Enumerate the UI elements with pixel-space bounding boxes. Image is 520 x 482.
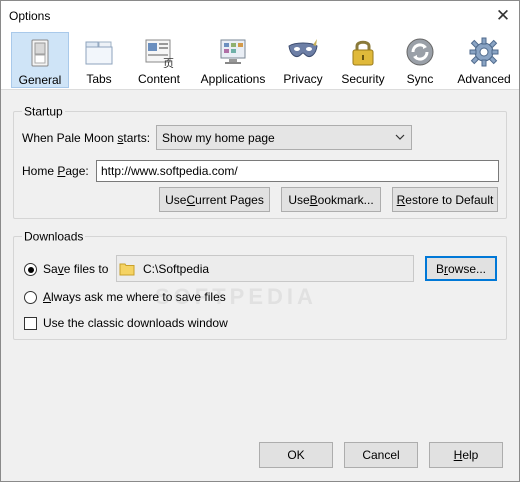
sync-icon — [406, 38, 434, 66]
save-files-to-label: Save files to — [43, 262, 109, 276]
download-folder-path: C:\Softpedia — [143, 261, 210, 276]
tab-general-label: General — [18, 73, 62, 87]
tab-privacy-label: Privacy — [283, 72, 323, 86]
advanced-gear-icon — [469, 37, 499, 67]
classic-downloads-label: Use the classic downloads window — [43, 316, 228, 330]
downloads-legend: Downloads — [22, 229, 86, 244]
privacy-mask-icon — [288, 39, 318, 57]
tab-advanced[interactable]: Advanced — [453, 32, 515, 88]
when-starts-label: When Pale Moon starts: — [22, 131, 151, 145]
startup-legend: Startup — [22, 104, 65, 119]
tab-advanced-label: Advanced — [457, 72, 511, 86]
home-page-input[interactable]: http://www.softpedia.com/ — [96, 160, 499, 182]
tab-sync[interactable]: Sync — [397, 32, 443, 88]
close-icon[interactable]: ✕ — [493, 6, 513, 26]
tab-applications[interactable]: Applications — [195, 32, 271, 88]
svg-text:页: 页 — [163, 57, 174, 68]
tab-sync-label: Sync — [406, 72, 434, 86]
tab-content-label: Content — [137, 72, 181, 86]
chevron-down-icon — [395, 134, 405, 140]
when-starts-select[interactable]: Show my home page — [156, 125, 412, 150]
cancel-button[interactable]: Cancel — [344, 442, 418, 468]
help-button[interactable]: Help — [429, 442, 503, 468]
save-files-to-radio[interactable] — [24, 263, 37, 276]
tab-security[interactable]: Security — [335, 32, 391, 88]
browse-button[interactable]: Br owse... — [425, 256, 497, 281]
when-starts-value: Show my home page — [162, 130, 275, 145]
options-toolbar: General Tabs 页 Content Applications Priv… — [1, 31, 519, 89]
tab-general[interactable]: General — [11, 32, 69, 88]
applications-icon — [220, 39, 246, 64]
use-current-pages-button[interactable]: Use Current Pages — [159, 187, 270, 212]
tab-applications-label: Applications — [200, 72, 266, 86]
security-lock-icon — [352, 40, 374, 66]
restore-to-default-button[interactable]: Restore to Default — [392, 187, 498, 212]
home-page-value: http://www.softpedia.com/ — [101, 164, 238, 178]
general-switch-icon — [31, 39, 49, 67]
tab-content[interactable]: 页 Content — [131, 32, 187, 88]
folder-icon — [119, 263, 135, 275]
use-bookmark-button[interactable]: Use Bookmark... — [281, 187, 381, 212]
tab-security-label: Security — [341, 72, 385, 86]
toolbar-divider — [1, 89, 519, 90]
content-icon: 页 — [145, 39, 174, 68]
tab-tabs[interactable]: Tabs — [73, 32, 125, 88]
tab-privacy[interactable]: Privacy — [277, 32, 329, 88]
home-page-label: Home Page: — [22, 164, 89, 178]
always-ask-radio[interactable] — [24, 291, 37, 304]
ok-button[interactable]: OK — [259, 442, 333, 468]
tab-tabs-label: Tabs — [86, 72, 112, 86]
tabs-icon — [85, 41, 113, 65]
classic-downloads-checkbox[interactable] — [24, 317, 37, 330]
download-folder-field[interactable]: C:\Softpedia — [116, 255, 414, 282]
options-dialog: Options ✕ General Tabs 页 Content Applica… — [0, 0, 520, 482]
always-ask-label: Always ask me where to save files — [43, 290, 226, 304]
window-title: Options — [9, 9, 51, 23]
title-bar: Options ✕ — [1, 1, 519, 31]
